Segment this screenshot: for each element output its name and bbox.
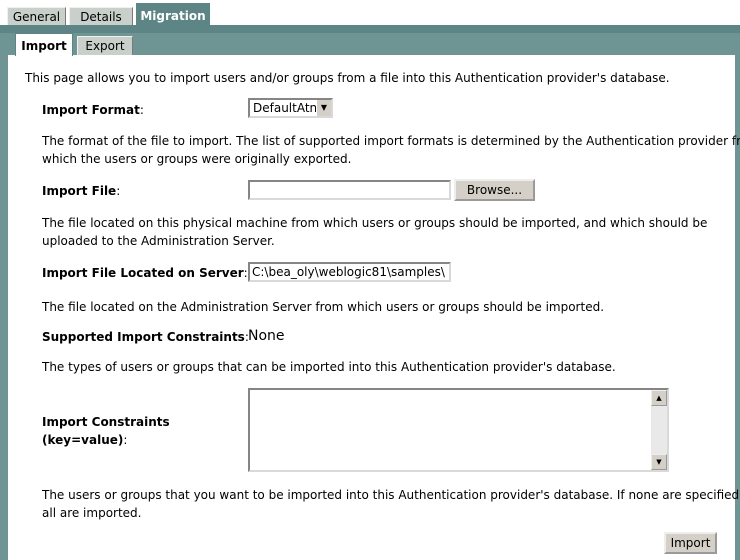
intro-text: This page allows you to import users and… — [25, 71, 670, 85]
subtab-export[interactable]: Export — [77, 36, 133, 55]
tab-details[interactable]: Details — [69, 7, 133, 25]
subtab-export-label: Export — [85, 39, 125, 53]
tab-migration-label: Migration — [140, 9, 206, 23]
import-file-server-input[interactable]: C:\bea_oly\weblogic81\samples\ — [248, 262, 451, 282]
import-file-label-text: Import File — [42, 184, 117, 198]
import-format-value: DefaultAtn — [253, 101, 318, 115]
import-format-label: Import Format: — [42, 103, 144, 117]
browse-button[interactable]: Browse... — [454, 179, 535, 201]
import-format-help-1: The format of the file to import. The li… — [42, 134, 740, 148]
supported-constraints-label-text: Supported Import Constraints — [42, 330, 245, 344]
import-file-input[interactable] — [248, 180, 451, 200]
scroll-up-icon[interactable]: ▲ — [651, 390, 667, 406]
tab-general[interactable]: General — [7, 7, 66, 25]
supported-constraints-value: None — [248, 328, 285, 344]
import-file-label: Import File: — [42, 184, 120, 198]
import-file-server-help: The file located on the Administration S… — [42, 300, 605, 314]
tab-general-label: General — [12, 10, 61, 24]
import-format-colon: : — [139, 103, 144, 117]
subtab-import[interactable]: Import — [15, 33, 73, 56]
import-format-help-2: which the users or groups were originall… — [42, 152, 352, 166]
import-file-server-label: Import File Located on Server: — [42, 266, 248, 280]
import-file-colon: : — [116, 184, 121, 198]
import-constraints-label-2: (key=value): — [42, 433, 127, 447]
textarea-scrollbar[interactable]: ▲ ▼ — [651, 390, 667, 470]
chevron-down-icon[interactable]: ▼ — [316, 100, 331, 116]
import-file-server-label-text: Import File Located on Server — [42, 266, 244, 280]
import-constraints-label-2-text: (key=value) — [42, 433, 124, 447]
import-constraints-colon: : — [123, 433, 128, 447]
import-format-select[interactable]: DefaultAtn ▼ — [248, 98, 333, 118]
tab-details-label: Details — [80, 10, 122, 24]
import-format-label-text: Import Format — [42, 103, 140, 117]
import-constraints-label-1: Import Constraints — [42, 415, 170, 429]
import-file-help-2: uploaded to the Administration Server. — [42, 234, 275, 248]
scroll-down-icon[interactable]: ▼ — [651, 454, 667, 470]
frame-left — [0, 55, 8, 560]
import-button[interactable]: Import — [664, 532, 717, 554]
supported-constraints-label: Supported Import Constraints: — [42, 330, 249, 344]
import-constraints-help-2: all are imported. — [42, 506, 142, 520]
supported-constraints-help: The types of users or groups that can be… — [42, 360, 616, 374]
tab-migration[interactable]: Migration — [136, 3, 210, 25]
frame-right — [735, 55, 740, 560]
import-constraints-help-1: The users or groups that you want to be … — [42, 488, 740, 502]
subtab-import-label: Import — [21, 39, 67, 53]
import-constraints-textarea[interactable]: ▲ ▼ — [248, 388, 669, 472]
import-file-help-1: The file located on this physical machin… — [42, 216, 708, 230]
tab-bar — [0, 25, 740, 33]
